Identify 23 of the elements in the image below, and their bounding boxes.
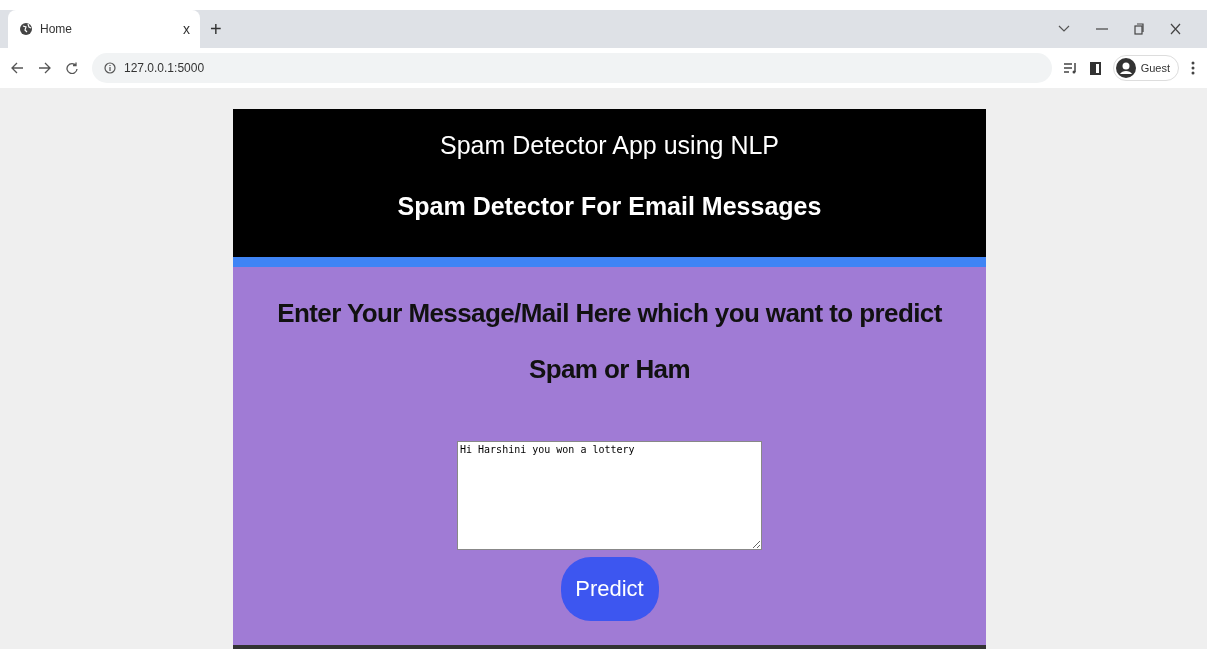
browser-tab[interactable]: Home x — [8, 10, 200, 48]
globe-icon — [20, 23, 32, 35]
side-panel-icon[interactable] — [1089, 61, 1101, 75]
address-bar[interactable]: 127.0.0.1:5000 — [92, 53, 1052, 83]
new-tab-button[interactable]: + — [210, 17, 222, 41]
predict-button[interactable]: Predict — [560, 557, 659, 621]
avatar-icon — [1115, 58, 1136, 78]
restore-icon[interactable] — [1134, 23, 1144, 35]
message-field[interactable]: Hi Harshini you won a lottery — [457, 441, 762, 550]
reading-list-icon[interactable] — [1063, 62, 1078, 74]
tab-title: Home — [40, 22, 73, 36]
url-text: 127.0.0.1:5000 — [124, 61, 205, 75]
tab-close-button[interactable]: x — [183, 21, 190, 37]
app-subtitle: Spam Detector For Email Messages — [396, 192, 823, 221]
more-menu-icon[interactable] — [1191, 61, 1195, 75]
forward-arrow-icon[interactable] — [38, 62, 52, 74]
info-icon — [104, 62, 116, 74]
app-title: Spam Detector App using NLP — [438, 131, 781, 160]
chevron-down-icon[interactable] — [1058, 25, 1070, 33]
prompt-heading: Enter Your Message/Mail Here which you want to predict Spam or Ham — [276, 297, 943, 386]
close-icon[interactable] — [1170, 23, 1181, 35]
reload-icon[interactable] — [66, 62, 78, 74]
back-arrow-icon[interactable] — [10, 62, 24, 74]
